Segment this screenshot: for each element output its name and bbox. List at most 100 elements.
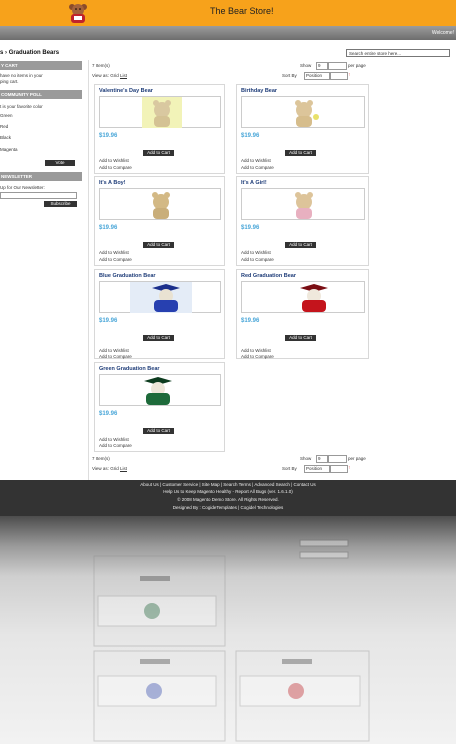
breadcrumb: s › Graduation Bears bbox=[0, 50, 59, 56]
add-to-compare-link[interactable]: Add to Compare bbox=[99, 165, 132, 170]
product-card: Birthday Bear $19.96 Add to Cart Add to … bbox=[236, 84, 369, 174]
bear-image-icon bbox=[295, 100, 319, 127]
cart-empty-text-2: ping cart. bbox=[0, 79, 19, 84]
view-grid: Grid bbox=[110, 466, 119, 471]
product-name[interactable]: It's A Boy! bbox=[99, 180, 126, 186]
add-to-compare-link[interactable]: Add to Compare bbox=[241, 257, 274, 262]
view-list-link[interactable]: List bbox=[120, 466, 127, 471]
newsletter-email-input[interactable] bbox=[0, 192, 77, 199]
add-to-compare-link[interactable]: Add to Compare bbox=[99, 354, 132, 359]
cart-empty-text: have no items in your bbox=[0, 73, 43, 78]
cart-block-title: Y CART bbox=[0, 61, 82, 70]
add-to-compare-link[interactable]: Add to Compare bbox=[241, 165, 274, 170]
top-nav-bar bbox=[0, 26, 456, 40]
sort-direction-icon[interactable]: ↑ bbox=[348, 465, 351, 471]
product-name[interactable]: Birthday Bear bbox=[241, 88, 277, 94]
search-input[interactable]: Search entire store here... bbox=[346, 49, 450, 57]
footer-links[interactable]: About Us | Customer Service | Site Map |… bbox=[0, 482, 456, 487]
product-image[interactable] bbox=[99, 281, 221, 313]
add-to-cart-button[interactable]: Add to Cart bbox=[143, 242, 174, 248]
store-title: The Bear Store! bbox=[210, 6, 274, 16]
limiter-select-bottom[interactable]: 9 bbox=[316, 455, 328, 463]
reflection-graphic bbox=[93, 539, 370, 742]
breadcrumb-home[interactable]: s bbox=[0, 50, 3, 56]
product-price: $19.96 bbox=[99, 133, 118, 139]
per-page-label: per page bbox=[348, 63, 366, 68]
page-reflection bbox=[0, 516, 456, 744]
product-name[interactable]: Blue Graduation Bear bbox=[99, 273, 156, 279]
footer-help[interactable]: Help Us to Keep Magento Healthy - Report… bbox=[0, 489, 456, 494]
sort-dropdown-bottom[interactable] bbox=[330, 465, 348, 473]
vote-button[interactable]: Vote bbox=[45, 160, 75, 166]
add-to-cart-button[interactable]: Add to Cart bbox=[143, 428, 174, 434]
view-grid: Grid bbox=[110, 73, 119, 78]
sort-direction-icon[interactable]: ↑ bbox=[348, 72, 351, 78]
breadcrumb-current: Graduation Bears bbox=[8, 50, 60, 56]
add-to-compare-link[interactable]: Add to Compare bbox=[99, 443, 132, 448]
add-to-wishlist-link[interactable]: Add to Wishlist bbox=[99, 158, 129, 163]
newsletter-block-title: NEWSLETTER bbox=[0, 172, 82, 181]
product-card: It's A Girl! $19.96 Add to Cart Add to W… bbox=[236, 176, 369, 266]
product-name[interactable]: Valentine's Day Bear bbox=[99, 88, 153, 94]
poll-option[interactable]: Red bbox=[0, 124, 8, 129]
product-name[interactable]: Green Graduation Bear bbox=[99, 366, 160, 372]
add-to-wishlist-link[interactable]: Add to Wishlist bbox=[99, 437, 129, 442]
product-image[interactable] bbox=[99, 188, 221, 220]
poll-block-title: COMMUNITY POLL bbox=[0, 90, 82, 99]
subscribe-button[interactable]: Subscribe bbox=[44, 201, 77, 207]
add-to-compare-link[interactable]: Add to Compare bbox=[241, 354, 274, 359]
items-count: 7 Item(s) bbox=[92, 63, 110, 68]
footer-designed-by[interactable]: Designed By : CogideTemplates | Cogidel … bbox=[0, 505, 456, 510]
product-price: $19.96 bbox=[99, 411, 118, 417]
limiter-dropdown[interactable] bbox=[328, 62, 347, 70]
column-divider bbox=[88, 60, 89, 480]
product-name[interactable]: It's A Girl! bbox=[241, 180, 267, 186]
limiter-dropdown-bottom[interactable] bbox=[328, 455, 347, 463]
add-to-wishlist-link[interactable]: Add to Wishlist bbox=[99, 348, 129, 353]
add-to-cart-button[interactable]: Add to Cart bbox=[285, 242, 316, 248]
welcome-message: Welcome! bbox=[431, 30, 454, 36]
view-list-link[interactable]: List bbox=[120, 73, 127, 78]
sort-label: Sort By bbox=[282, 73, 297, 78]
product-card: Blue Graduation Bear $19.96 Add to Cart … bbox=[94, 269, 225, 359]
add-to-cart-button[interactable]: Add to Cart bbox=[285, 335, 316, 341]
add-to-cart-button[interactable]: Add to Cart bbox=[143, 335, 174, 341]
add-to-cart-button[interactable]: Add to Cart bbox=[143, 150, 174, 156]
add-to-wishlist-link[interactable]: Add to Wishlist bbox=[241, 348, 271, 353]
show-label: Show bbox=[300, 63, 312, 68]
sort-select[interactable]: Position bbox=[304, 72, 330, 80]
bear-image-icon bbox=[130, 282, 192, 313]
add-to-wishlist-link[interactable]: Add to Wishlist bbox=[241, 158, 271, 163]
add-to-cart-button[interactable]: Add to Cart bbox=[285, 150, 316, 156]
poll-option[interactable]: Black bbox=[0, 135, 11, 140]
poll-option[interactable]: Magenta bbox=[0, 147, 18, 152]
add-to-compare-link[interactable]: Add to Compare bbox=[99, 257, 132, 262]
sort-select-bottom[interactable]: Position bbox=[304, 465, 330, 473]
poll-question: t is your favorite color bbox=[0, 104, 43, 109]
product-image[interactable] bbox=[99, 374, 221, 406]
product-price: $19.96 bbox=[99, 318, 118, 324]
limiter-select[interactable]: 9 bbox=[316, 62, 328, 70]
product-price: $19.96 bbox=[241, 133, 260, 139]
bear-image-icon bbox=[144, 377, 172, 405]
product-image[interactable] bbox=[241, 281, 365, 313]
product-image[interactable] bbox=[99, 96, 221, 128]
add-to-wishlist-link[interactable]: Add to Wishlist bbox=[241, 250, 271, 255]
product-name[interactable]: Red Graduation Bear bbox=[241, 273, 296, 279]
product-price: $19.96 bbox=[241, 225, 260, 231]
product-card: Valentine's Day Bear $19.96 Add to Cart … bbox=[94, 84, 225, 174]
product-price: $19.96 bbox=[241, 318, 260, 324]
product-image[interactable] bbox=[241, 188, 365, 220]
view-as-bottom: View as: Grid List bbox=[92, 466, 127, 471]
bear-logo[interactable] bbox=[62, 2, 96, 24]
product-image[interactable] bbox=[241, 96, 365, 128]
bear-image-icon bbox=[152, 192, 170, 219]
add-to-wishlist-link[interactable]: Add to Wishlist bbox=[99, 250, 129, 255]
product-card: Green Graduation Bear $19.96 Add to Cart… bbox=[94, 362, 225, 452]
poll-option[interactable]: Green bbox=[0, 113, 13, 118]
breadcrumb-separator: › bbox=[5, 50, 8, 56]
sort-label-bottom: Sort By bbox=[282, 466, 297, 471]
bear-image-icon bbox=[300, 284, 328, 312]
sort-dropdown[interactable] bbox=[330, 72, 348, 80]
product-card: Red Graduation Bear $19.96 Add to Cart A… bbox=[236, 269, 369, 359]
